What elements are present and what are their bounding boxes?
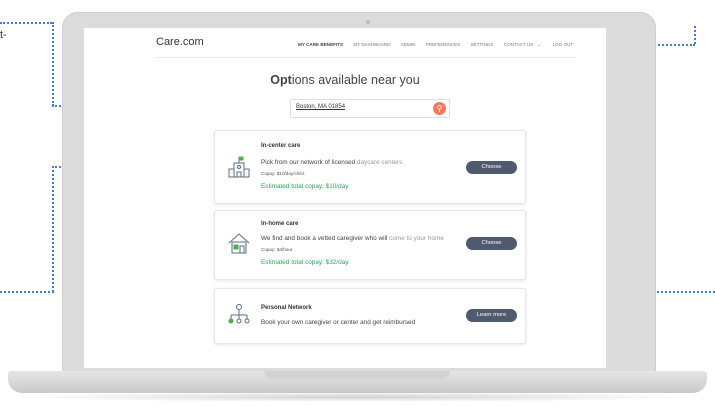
card-title: Personal Network [261, 305, 312, 311]
margin-text: t- [0, 29, 7, 41]
laptop-screen: Care.com MY CARE BENEFITS MY DASHBOARD A… [84, 28, 606, 368]
card-personal-network: Personal Network Book your own caregiver… [214, 288, 526, 344]
chevron-down-icon[interactable]: ⌄ [537, 42, 541, 47]
card-description: We find and book a vetted caregiver who … [261, 235, 444, 242]
callout-line [694, 26, 696, 44]
location-search-input[interactable]: Boston, MA 01854 [296, 104, 345, 110]
card-copay-detail: Copay: $10/day/child. [261, 171, 306, 176]
choose-in-home-button[interactable]: Choose [466, 237, 517, 250]
nav-links: MY CARE BENEFITS MY DASHBOARD ADMIN PREF… [298, 42, 582, 48]
nav-my-dashboard[interactable]: MY DASHBOARD [353, 42, 390, 47]
callout-line [0, 291, 54, 293]
school-building-icon [228, 156, 250, 178]
laptop-base [8, 371, 707, 393]
choose-in-center-button[interactable]: Choose [466, 161, 517, 174]
card-title: In-home care [261, 221, 299, 227]
card-description: Pick from our network of licensed daycar… [261, 159, 403, 166]
laptop-shadow [8, 392, 707, 402]
page-title: Options available near you [270, 73, 420, 87]
nav-log-out[interactable]: LOG OUT [553, 42, 574, 47]
card-in-home-care: In-home care We find and book a vetted c… [214, 210, 526, 280]
search-icon[interactable]: ⚲ [433, 102, 446, 115]
learn-more-button[interactable]: Learn more [466, 309, 517, 322]
house-icon [228, 233, 250, 254]
nav-my-care-benefits[interactable]: MY CARE BENEFITS [298, 42, 343, 47]
callout-line [52, 166, 54, 292]
camera-icon [366, 20, 370, 24]
nav-admin[interactable]: ADMIN [401, 42, 416, 47]
nav-settings[interactable]: SETTINGS [470, 42, 493, 47]
top-navigation: Care.com MY CARE BENEFITS MY DASHBOARD A… [84, 28, 606, 58]
nav-preferences[interactable]: PREFERENCES [426, 42, 460, 47]
card-estimated-copay: Estimated total copay: $10/day. [261, 183, 350, 190]
laptop-notch [264, 371, 450, 379]
nav-contact-us[interactable]: CONTACT US [504, 42, 533, 47]
callout-line [0, 22, 52, 24]
care-logo[interactable]: Care.com [156, 36, 204, 48]
card-title: In-center care [261, 143, 301, 149]
callout-line [52, 22, 54, 106]
card-copay-detail: Copay: $4/hour. [261, 247, 294, 252]
network-icon [228, 304, 250, 324]
location-search[interactable]: Boston, MA 01854 ⚲ [290, 99, 450, 118]
nav-divider [156, 57, 576, 58]
card-description: Book your own caregiver or center and ge… [261, 319, 416, 326]
card-in-center-care: In-center care Pick from our network of … [214, 130, 526, 204]
card-estimated-copay: Estimated total copay: $32/day. [261, 259, 350, 266]
